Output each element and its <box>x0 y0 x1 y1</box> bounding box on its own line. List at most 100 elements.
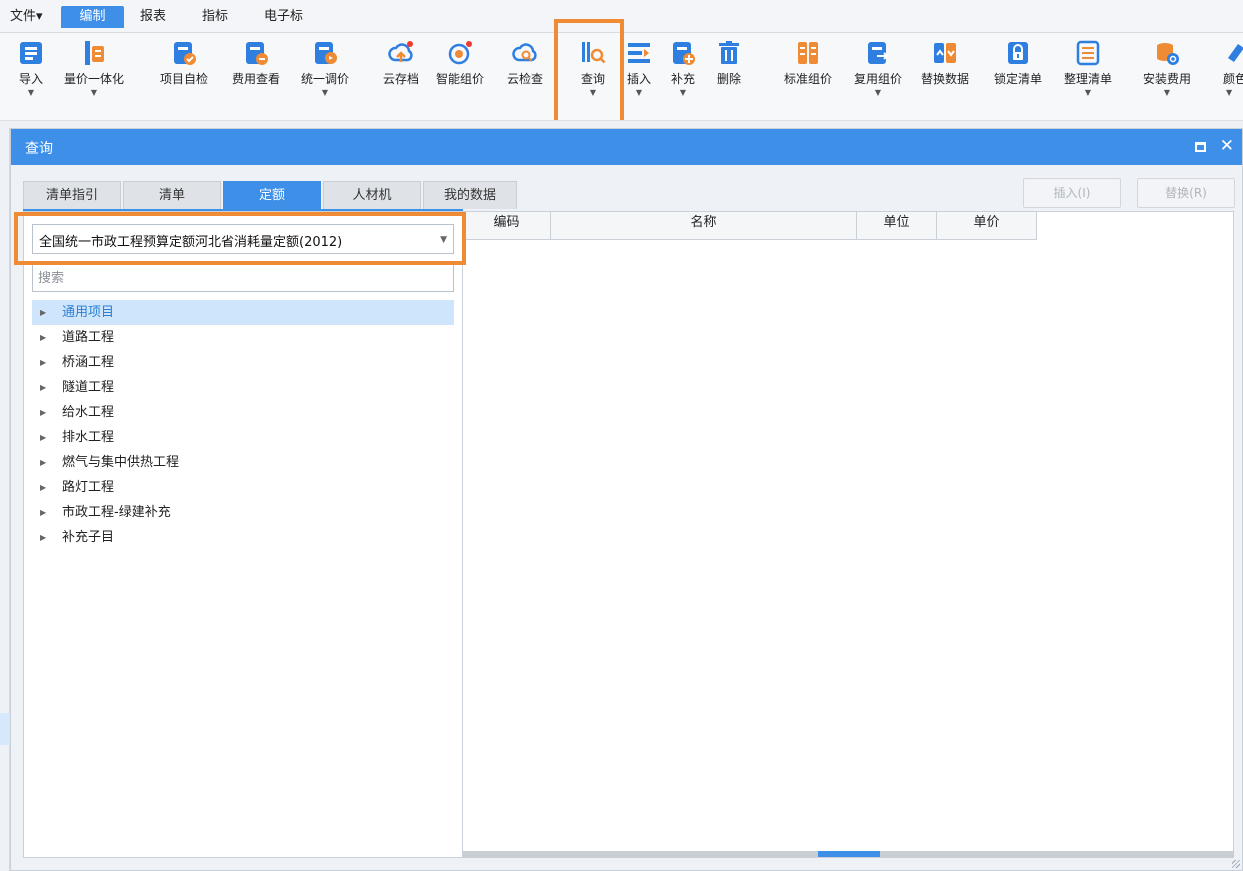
column-header-code[interactable]: 编码 <box>463 212 551 240</box>
tree-item-road[interactable]: ▶ 道路工程 <box>32 325 454 350</box>
project-check-button[interactable]: 项目自检 <box>152 37 216 117</box>
maximize-icon[interactable] <box>1195 142 1206 152</box>
tab-bill[interactable]: 清单 <box>123 181 221 209</box>
organize-list-icon <box>1076 40 1100 66</box>
standard-pricing-button[interactable]: 标准组价 <box>776 37 840 117</box>
cloud-check-label: 云检查 <box>506 72 543 86</box>
query-dialog: 查询 ✕ 清单指引 清单 定额 人材机 我的数据 插入(I) 替换(R) 全国统… <box>10 128 1243 871</box>
import-button[interactable]: 导入 ▼ <box>10 37 52 117</box>
dialog-title: 查询 <box>25 141 53 157</box>
insert-icon <box>628 43 650 63</box>
install-cost-icon <box>1157 43 1179 65</box>
tree-item-water-supply[interactable]: ▶ 给水工程 <box>32 400 454 425</box>
insert-dialog-button[interactable]: 插入(I) <box>1023 178 1121 208</box>
cloud-check-button[interactable]: 云检查 <box>500 37 550 117</box>
chevron-down-icon: ▼ <box>1226 88 1233 97</box>
column-header-name[interactable]: 名称 <box>551 212 857 240</box>
organize-list-button[interactable]: 整理清单 ▼ <box>1054 37 1122 117</box>
tab-labor-material-machine[interactable]: 人材机 <box>323 181 421 209</box>
expand-triangle-icon[interactable]: ▶ <box>40 400 46 425</box>
column-header-price[interactable]: 单价 <box>937 212 1037 240</box>
quota-library-value: 全国统一市政工程预算定额河北省消耗量定额(2012) <box>39 235 343 250</box>
insert-label: 插入 <box>626 72 651 86</box>
expand-triangle-icon[interactable]: ▶ <box>40 375 46 400</box>
quota-grid-pane: 编码 名称 单位 单价 <box>463 211 1234 858</box>
quota-library-select[interactable]: 全国统一市政工程预算定额河北省消耗量定额(2012) ▼ <box>32 224 454 254</box>
tree-item-label: 道路工程 <box>62 330 115 345</box>
close-icon[interactable]: ✕ <box>1220 135 1234 157</box>
chevron-down-icon: ▼ <box>90 88 98 97</box>
unified-price-button[interactable]: 统一调价 ▼ <box>292 37 358 117</box>
supplement-label: 补充 <box>670 72 695 86</box>
menu-file[interactable]: 文件▾ <box>10 6 43 28</box>
delete-label: 删除 <box>716 72 741 86</box>
expand-triangle-icon[interactable]: ▶ <box>40 325 46 350</box>
expand-triangle-icon[interactable]: ▶ <box>40 350 46 375</box>
column-header-unit[interactable]: 单位 <box>857 212 937 240</box>
query-button[interactable]: 查询 ▼ <box>570 37 616 117</box>
smart-pricing-label: 智能组价 <box>435 72 484 86</box>
supplement-button[interactable]: 补充 ▼ <box>662 37 704 117</box>
tab-bill-guide[interactable]: 清单指引 <box>23 181 121 209</box>
chevron-down-icon: ▼ <box>635 88 643 97</box>
install-cost-button[interactable]: 安装费用 ▼ <box>1134 37 1200 117</box>
expand-triangle-icon[interactable]: ▶ <box>40 525 46 550</box>
tree-item-label: 燃气与集中供热工程 <box>62 455 180 470</box>
insert-button[interactable]: 插入 ▼ <box>620 37 658 117</box>
scrollbar-thumb[interactable] <box>818 851 880 857</box>
chevron-down-icon: ▼ <box>679 88 687 97</box>
menu-e-bid[interactable]: 电子标 <box>264 6 303 28</box>
expand-triangle-icon[interactable]: ▶ <box>40 450 46 475</box>
expand-triangle-icon[interactable]: ▶ <box>40 425 46 450</box>
menu-indicator[interactable]: 指标 <box>202 6 228 28</box>
cloud-archive-button[interactable]: 云存档 <box>376 37 426 117</box>
search-input[interactable] <box>32 264 454 292</box>
tree-item-green-building[interactable]: ▶ 市政工程-绿建补充 <box>32 500 454 525</box>
cloud-upload-icon <box>388 41 413 62</box>
tree-item-general[interactable]: ▶ 通用项目 <box>32 300 454 325</box>
tree-item-bridge[interactable]: ▶ 桥涵工程 <box>32 350 454 375</box>
price-integration-button[interactable]: 量价一体化 ▼ <box>52 37 136 117</box>
organize-list-label: 整理清单 <box>1063 72 1112 86</box>
price-integration-label: 量价一体化 <box>63 72 124 86</box>
tree-item-label: 排水工程 <box>62 430 115 445</box>
smart-pricing-icon <box>448 41 472 65</box>
menu-edit[interactable]: 编制 <box>61 6 124 28</box>
lock-list-button[interactable]: 锁定清单 <box>984 37 1052 117</box>
supplement-icon <box>673 42 695 65</box>
chevron-down-icon: ▼ <box>440 235 447 245</box>
selected-row-marker <box>0 713 10 745</box>
reuse-pricing-label: 复用组价 <box>853 72 902 86</box>
cost-view-label: 费用查看 <box>231 72 280 86</box>
smart-pricing-button[interactable]: 智能组价 <box>428 37 492 117</box>
tree-item-tunnel[interactable]: ▶ 隧道工程 <box>32 375 454 400</box>
tree-item-drainage[interactable]: ▶ 排水工程 <box>32 425 454 450</box>
query-icon <box>582 42 606 64</box>
trash-icon <box>719 41 739 64</box>
expand-triangle-icon[interactable]: ▶ <box>40 500 46 525</box>
menu-report[interactable]: 报表 <box>140 6 166 28</box>
dialog-title-bar[interactable]: 查询 ✕ <box>11 129 1242 165</box>
install-cost-label: 安装费用 <box>1142 72 1191 86</box>
delete-button[interactable]: 删除 <box>708 37 750 117</box>
ribbon-toolbar: 导入 ▼ 量价一体化 ▼ 项目自检 费用查看 统一调价 ▼ 云存档 智能组价 云… <box>0 19 1243 127</box>
quota-tree-pane: 全国统一市政工程预算定额河北省消耗量定额(2012) ▼ ▶ 通用项目 ▶ 道路工程… <box>23 211 463 858</box>
import-icon <box>20 42 42 64</box>
horizontal-scrollbar[interactable] <box>463 851 1234 857</box>
tab-my-data[interactable]: 我的数据 <box>423 181 517 209</box>
tree-item-street-light[interactable]: ▶ 路灯工程 <box>32 475 454 500</box>
reuse-pricing-button[interactable]: 复用组价 ▼ <box>844 37 912 117</box>
replace-data-button[interactable]: 替换数据 <box>912 37 978 117</box>
cost-view-button[interactable]: 费用查看 <box>224 37 288 117</box>
color-button[interactable]: 颜色 ▼ <box>1216 37 1243 117</box>
cost-view-icon <box>246 42 268 65</box>
resize-grip-icon[interactable] <box>1232 860 1240 868</box>
expand-triangle-icon[interactable]: ▶ <box>40 300 46 325</box>
replace-dialog-button[interactable]: 替换(R) <box>1137 178 1235 208</box>
tab-quota[interactable]: 定额 <box>223 181 321 209</box>
tree-item-supplementary[interactable]: ▶ 补充子目 <box>32 525 454 550</box>
expand-triangle-icon[interactable]: ▶ <box>40 475 46 500</box>
tree-item-label: 隧道工程 <box>62 380 115 395</box>
app-window: 文件▾ 编制 报表 指标 电子标 导入 ▼ 量价一体化 ▼ 项目自检 费用查看 … <box>0 0 1243 871</box>
tree-item-gas-heating[interactable]: ▶ 燃气与集中供热工程 <box>32 450 454 475</box>
